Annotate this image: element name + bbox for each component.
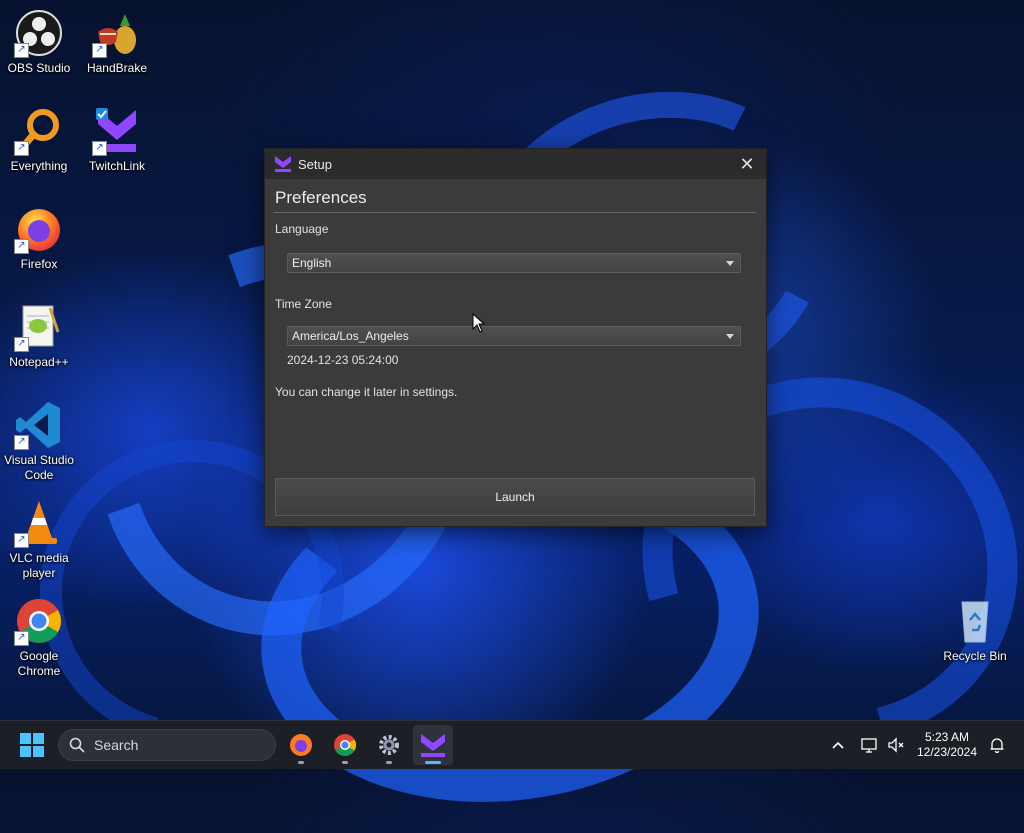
chevron-up-icon xyxy=(832,741,844,749)
twitchlink-icon xyxy=(275,156,291,172)
clock-date: 12/23/2024 xyxy=(916,745,978,759)
desktop-icon-label: HandBrake xyxy=(86,61,148,75)
desktop-icon-label: VLC media player xyxy=(9,551,69,580)
mouse-cursor-icon xyxy=(472,313,486,333)
datetime-preview: 2024-12-23 05:24:00 xyxy=(287,353,399,367)
desktop-icon-label: Google Chrome xyxy=(17,649,61,678)
divider xyxy=(274,212,756,213)
close-icon[interactable]: ✕ xyxy=(736,154,758,174)
desktop-icon-everything[interactable]: ↗ Everything xyxy=(0,106,78,174)
obs-studio-icon: ↗ xyxy=(14,8,64,58)
recycle-bin-icon xyxy=(950,596,1000,646)
chrome-icon: ↗ xyxy=(14,596,64,646)
taskbar-search[interactable]: Search xyxy=(58,729,276,761)
language-label: Language xyxy=(275,222,329,236)
desktop-icon-label: Firefox xyxy=(20,257,58,271)
speaker-muted-icon xyxy=(888,737,904,753)
desktop-icon-recycle-bin[interactable]: Recycle Bin xyxy=(936,596,1014,664)
handbrake-icon: ↗ xyxy=(92,8,142,58)
settings-note: You can change it later in settings. xyxy=(275,385,458,399)
search-icon xyxy=(69,737,85,753)
everything-search-icon: ↗ xyxy=(14,106,64,156)
desktop-icon-label: Visual Studio Code xyxy=(4,453,74,482)
language-select-value: English xyxy=(292,256,332,270)
dialog-title: Setup xyxy=(298,156,332,172)
preferences-heading: Preferences xyxy=(275,188,367,207)
show-hidden-icons-button[interactable] xyxy=(826,721,850,769)
volume-button[interactable] xyxy=(883,721,909,769)
taskbar-chrome[interactable] xyxy=(325,725,365,765)
desktop-icon-label: Everything xyxy=(10,159,68,173)
firefox-icon xyxy=(290,734,312,756)
desktop-icon-google-chrome[interactable]: ↗ Google Chrome xyxy=(0,596,78,679)
desktop-icon-obs-studio[interactable]: ↗ OBS Studio xyxy=(0,8,78,76)
running-indicator xyxy=(425,761,441,764)
desktop-icon-handbrake[interactable]: ↗ HandBrake xyxy=(78,8,156,76)
start-button[interactable] xyxy=(12,725,52,765)
language-select[interactable]: English xyxy=(287,253,741,273)
desktop-icon-notepadpp[interactable]: ↗ Notepad++ xyxy=(0,302,78,370)
firefox-icon: ↗ xyxy=(14,204,64,254)
desktop-icon-label: Notepad++ xyxy=(9,355,69,369)
desktop-icon-label: TwitchLink xyxy=(88,159,146,173)
notepadpp-icon: ↗ xyxy=(14,302,64,352)
network-monitor-icon xyxy=(861,738,877,753)
settings-gear-icon xyxy=(379,735,399,755)
twitchlink-icon xyxy=(421,734,445,757)
launch-button[interactable]: Launch xyxy=(275,478,755,516)
desktop-icon-twitchlink[interactable]: ↗ TwitchLink xyxy=(78,106,156,174)
desktop-icon-vscode[interactable]: ↗ Visual Studio Code xyxy=(0,400,78,483)
vscode-icon: ↗ xyxy=(14,400,64,450)
search-placeholder: Search xyxy=(94,737,139,753)
taskbar-clock[interactable]: 5:23 AM 12/23/2024 xyxy=(912,730,982,760)
desktop-icon-firefox[interactable]: ↗ Firefox xyxy=(0,204,78,272)
network-status-button[interactable] xyxy=(857,721,883,769)
twitchlink-icon: ↗ xyxy=(92,106,142,156)
notifications-button[interactable] xyxy=(984,721,1010,769)
desktop-icon-label: OBS Studio xyxy=(7,61,71,75)
taskbar-twitchlink[interactable] xyxy=(413,725,453,765)
taskbar-firefox[interactable] xyxy=(281,725,321,765)
chevron-down-icon xyxy=(726,261,734,266)
vlc-cone-icon: ↗ xyxy=(14,498,64,548)
running-indicator xyxy=(298,761,304,764)
chrome-icon xyxy=(334,734,356,756)
bell-icon xyxy=(990,738,1004,753)
windows-logo-icon xyxy=(20,733,44,757)
timezone-label: Time Zone xyxy=(275,297,332,311)
setup-dialog: Setup ✕ Preferences Language English Tim… xyxy=(264,148,767,527)
desktop-icon-vlc[interactable]: ↗ VLC media player xyxy=(0,498,78,581)
desktop-icon-label: Recycle Bin xyxy=(943,649,1007,663)
running-indicator xyxy=(386,761,392,764)
running-indicator xyxy=(342,761,348,764)
clock-time: 5:23 AM xyxy=(924,730,970,744)
chevron-down-icon xyxy=(726,334,734,339)
taskbar-settings[interactable] xyxy=(369,725,409,765)
timezone-select-value: America/Los_Angeles xyxy=(292,329,409,343)
dialog-titlebar[interactable]: Setup ✕ xyxy=(265,149,766,179)
taskbar: Search 5:23 AM 12/23/2024 xyxy=(0,720,1024,769)
timezone-select[interactable]: America/Los_Angeles xyxy=(287,326,741,346)
